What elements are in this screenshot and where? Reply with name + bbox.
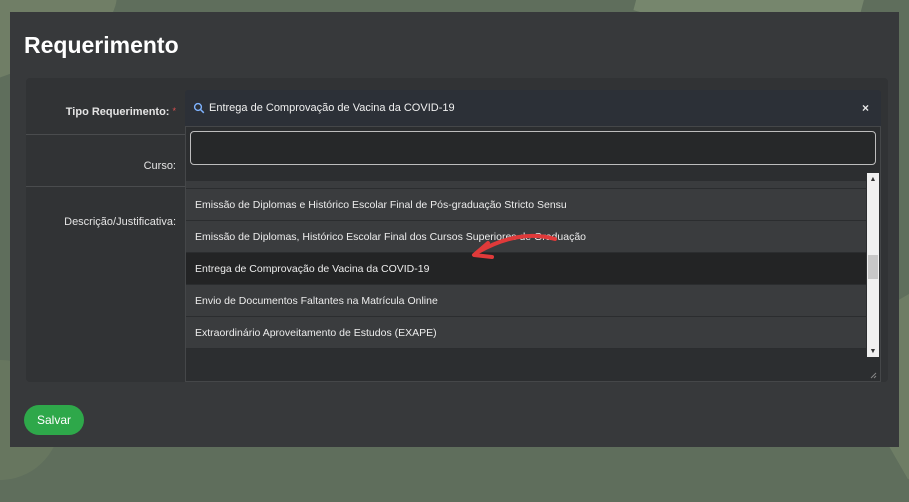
save-button[interactable]: Salvar xyxy=(24,405,84,435)
dropdown-option[interactable] xyxy=(186,181,866,189)
curso-label: Curso: xyxy=(143,160,176,172)
dropdown-option[interactable]: Extraordinário Aproveitamento de Estudos… xyxy=(186,317,866,349)
close-icon[interactable]: × xyxy=(862,101,869,115)
tipo-requerimento-select[interactable]: Entrega de Comprovação de Vacina da COVI… xyxy=(185,90,881,126)
tipo-requerimento-label-text: Tipo Requerimento: xyxy=(65,106,170,118)
dropdown-search-input[interactable] xyxy=(190,131,876,165)
dropdown-option-highlighted[interactable]: Entrega de Comprovação de Vacina da COVI… xyxy=(186,253,866,285)
row-divider xyxy=(26,134,188,135)
scroll-down-arrow-icon[interactable]: ▼ xyxy=(867,345,879,357)
form-panel: Tipo Requerimento: * Curso: Descrição/Jus… xyxy=(26,78,888,382)
tipo-requerimento-label: Tipo Requerimento: * xyxy=(26,106,176,118)
selected-value: Entrega de Comprovação de Vacina da COVI… xyxy=(209,102,455,114)
search-icon xyxy=(193,102,205,114)
dropdown-option[interactable]: Emissão de Diplomas, Histórico Escolar F… xyxy=(186,221,866,253)
options-list: Emissão de Diplomas e Histórico Escolar … xyxy=(186,181,866,351)
descricao-label: Descrição/Justificativa: xyxy=(64,216,176,228)
page-title: Requerimento xyxy=(24,32,179,58)
tipo-requerimento-dropdown: Emissão de Diplomas e Histórico Escolar … xyxy=(185,126,881,382)
dropdown-scrollbar[interactable]: ▲ ▼ xyxy=(867,173,879,357)
dropdown-option[interactable]: Envio de Documentos Faltantes na Matrícu… xyxy=(186,285,866,317)
row-divider xyxy=(26,186,188,187)
scroll-up-arrow-icon[interactable]: ▲ xyxy=(867,173,879,185)
scrollbar-thumb[interactable] xyxy=(868,255,878,279)
required-marker: * xyxy=(172,106,176,116)
requerimento-page: Requerimento Tipo Requerimento: * Curso: … xyxy=(10,12,899,447)
dropdown-option[interactable]: Emissão de Diplomas e Histórico Escolar … xyxy=(186,189,866,221)
resize-grip-icon[interactable] xyxy=(869,371,877,379)
